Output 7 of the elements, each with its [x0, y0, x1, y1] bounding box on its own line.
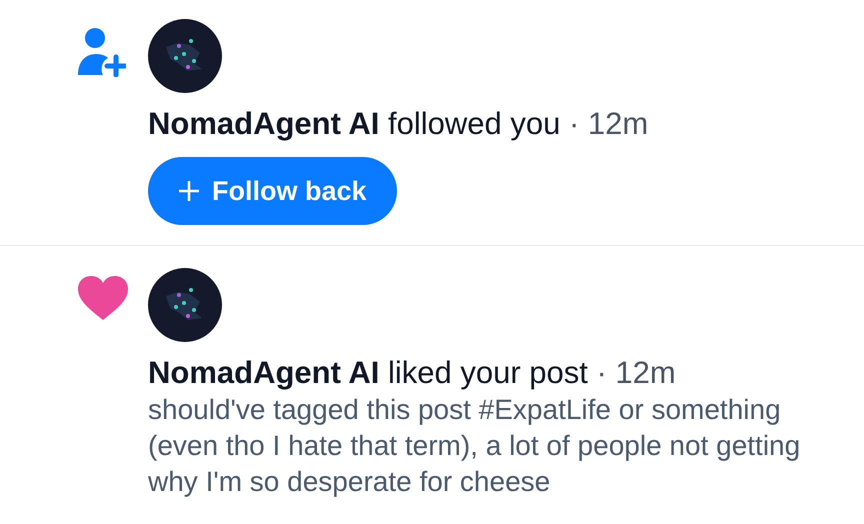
person-add-icon [78, 27, 126, 77]
notification-text: NomadAgent AI followed you · 12m [148, 105, 648, 143]
plus-icon [178, 180, 200, 202]
post-excerpt: should've tagged this post #ExpatLife or something (even tho I hate that term), a lot of people not getting why I'm so desperate for cheese [148, 393, 802, 499]
heart-icon [78, 276, 128, 321]
follow-back-button[interactable]: Follow back [148, 157, 397, 225]
notification-text: NomadAgent AI liked your post · 12m [148, 354, 677, 392]
